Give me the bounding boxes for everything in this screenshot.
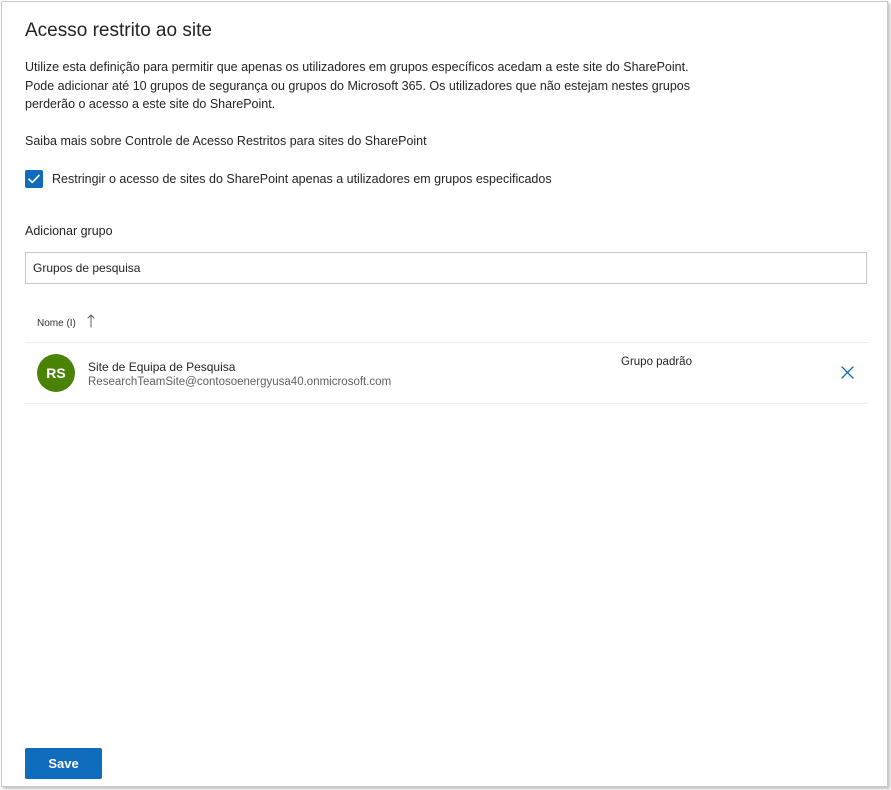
- restrict-access-checkbox-row[interactable]: Restringir o acesso de sites do SharePoi…: [25, 170, 552, 188]
- restrict-access-label: Restringir o acesso de sites do SharePoi…: [52, 172, 552, 186]
- close-icon: [840, 365, 854, 379]
- groups-table-header: Nome (I): [25, 304, 868, 343]
- description-line: Pode adicionar até 10 grupos de seguranç…: [25, 78, 690, 93]
- restricted-access-panel: Acesso restrito ao site Utilize esta def…: [1, 1, 888, 787]
- column-header-name[interactable]: Nome (I): [37, 318, 76, 329]
- arrow-up-icon[interactable]: [87, 314, 95, 328]
- avatar: RS: [37, 354, 75, 392]
- save-button[interactable]: Save: [25, 748, 102, 779]
- description-line: perderão o acesso a este site do SharePo…: [25, 97, 276, 111]
- panel-title: Acesso restrito ao site: [25, 20, 212, 41]
- restrict-access-checkbox[interactable]: [25, 170, 43, 188]
- group-email: ResearchTeamSite@contosoenergyusa40.onmi…: [88, 376, 392, 388]
- group-type: Grupo padrão: [621, 356, 692, 368]
- add-group-input[interactable]: Grupos de pesquisa: [25, 252, 867, 284]
- checkmark-icon: [28, 174, 40, 184]
- learn-more-link[interactable]: Saiba mais sobre Controle de Acesso Rest…: [25, 134, 427, 148]
- table-row[interactable]: RS Site de Equipa de Pesquisa ResearchTe…: [25, 343, 868, 404]
- add-group-label: Adicionar grupo: [25, 224, 113, 238]
- group-name: Site de Equipa de Pesquisa: [88, 360, 236, 374]
- remove-group-button[interactable]: [837, 362, 857, 382]
- description-line: Utilize esta definição para permitir que…: [25, 60, 689, 74]
- panel-description: Utilize esta definição para permitir que…: [25, 58, 745, 114]
